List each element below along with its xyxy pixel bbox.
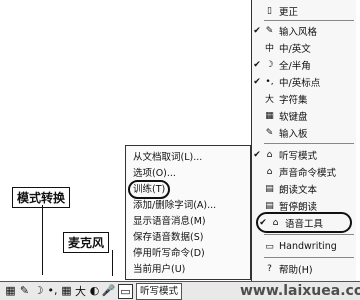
menu-item-read-text[interactable]: ▤ 朗读文本	[252, 180, 357, 197]
menu-item-disable-dictation-commands[interactable]: 停用听写命令(D)	[133, 246, 205, 261]
menu-item-training[interactable]: 训练(T)	[127, 180, 171, 199]
half-moon-icon: ☽	[265, 59, 274, 70]
speech-tools-icon: ⌂	[272, 217, 279, 228]
handwriting-icon: ▭	[265, 241, 274, 252]
menu-item-soft-keyboard[interactable]: ▦ 软键盘	[252, 107, 357, 124]
menu-item-options[interactable]: 选项(O)...	[133, 166, 176, 181]
menu-item-input-pad[interactable]: ✎ 输入板	[252, 124, 357, 141]
speech-tools-icon[interactable]: ▭	[118, 284, 133, 299]
punctuation-icon[interactable]: •,	[46, 284, 59, 297]
soft-keyboard-icon[interactable]: ▦	[60, 284, 73, 297]
read-text-icon: ▤	[265, 183, 274, 194]
menu-item-correction[interactable]: ▯ 更正	[252, 2, 357, 19]
menu-separator	[264, 257, 354, 258]
callout-mode-switch: 模式转换	[12, 187, 71, 208]
pen-icon: ✎	[265, 127, 274, 138]
pause-icon: ▤	[265, 200, 274, 211]
menu-separator	[264, 143, 354, 144]
charset-icon: 大	[264, 95, 274, 105]
help-icon: ?	[267, 263, 272, 274]
callout-line	[112, 250, 113, 276]
menu-item-help[interactable]: ? 帮助(H)	[252, 260, 357, 277]
language-bar-context-menu: ▯ 更正 ✔ ✎ 输入风格 中 中/英文 ✔ ☽ 全/半角 ✔ •, 中/英标点…	[251, 0, 356, 300]
speech-tools-submenu: 从文档取词(L)... 选项(O)... 训练(T) 添加/删除字词(A)...…	[125, 145, 251, 280]
dictation-icon: ⌂	[266, 149, 273, 160]
correction-icon: ▯	[267, 5, 272, 16]
callout-microphone: 麦克风	[63, 232, 110, 253]
menu-item-voice-command-mode[interactable]: ⌂ 声音命令模式	[252, 163, 357, 180]
menu-item-pause-reading[interactable]: ▤ 暂停朗读	[252, 197, 357, 214]
callout-line	[42, 205, 43, 275]
dictation-mode-button[interactable]: 听写模式	[136, 283, 183, 300]
microphone-icon[interactable]: 🎤	[102, 284, 116, 297]
menu-item-full-half-width[interactable]: ✔ ☽ 全/半角	[252, 56, 357, 73]
keyboard-icon: ▦	[265, 110, 274, 121]
charset-icon[interactable]: 大	[74, 284, 87, 298]
menu-item-add-delete-words[interactable]: 添加/删除字词(A)...	[133, 198, 216, 213]
mode-switch-icon[interactable]: ◐	[88, 284, 101, 297]
chinese-mode-icon: 中	[264, 44, 274, 54]
menu-item-input-style[interactable]: ✔ ✎ 输入风格	[252, 22, 357, 39]
language-bar-handle-icon[interactable]: ▦	[4, 284, 17, 297]
voice-command-icon: ⌂	[266, 166, 273, 177]
watermark: www.laixuea.com	[240, 283, 360, 299]
menu-item-current-user[interactable]: 当前用户(U)	[133, 262, 185, 277]
menu-item-punctuation[interactable]: ✔ •, 中/英标点	[252, 73, 357, 90]
menu-separator	[264, 234, 354, 235]
menu-item-speech-tools[interactable]: ✔ ⌂ 语音工具	[256, 212, 352, 233]
menu-item-dictation-mode[interactable]: ✔ ⌂ 听写模式	[252, 146, 357, 163]
input-style-icon: ✎	[265, 25, 274, 36]
input-method-icon[interactable]: ✎	[18, 284, 31, 297]
menu-item-charset[interactable]: 大 字符集	[252, 90, 357, 107]
menu-separator	[264, 20, 354, 21]
punctuation-icon: •,	[265, 76, 274, 87]
menu-item-save-speech-data[interactable]: 保存语音数据(S)	[133, 230, 203, 245]
half-moon-icon[interactable]: ☽	[32, 284, 45, 297]
menu-item-handwriting[interactable]: ▭ Handwriting	[252, 238, 357, 255]
menu-item-chinese-english[interactable]: 中 中/英文	[252, 39, 357, 56]
menu-item-show-speech-messages[interactable]: 显示语音消息(M)	[133, 214, 206, 229]
menu-item-learn-from-document[interactable]: 从文档取词(L)...	[133, 150, 202, 165]
